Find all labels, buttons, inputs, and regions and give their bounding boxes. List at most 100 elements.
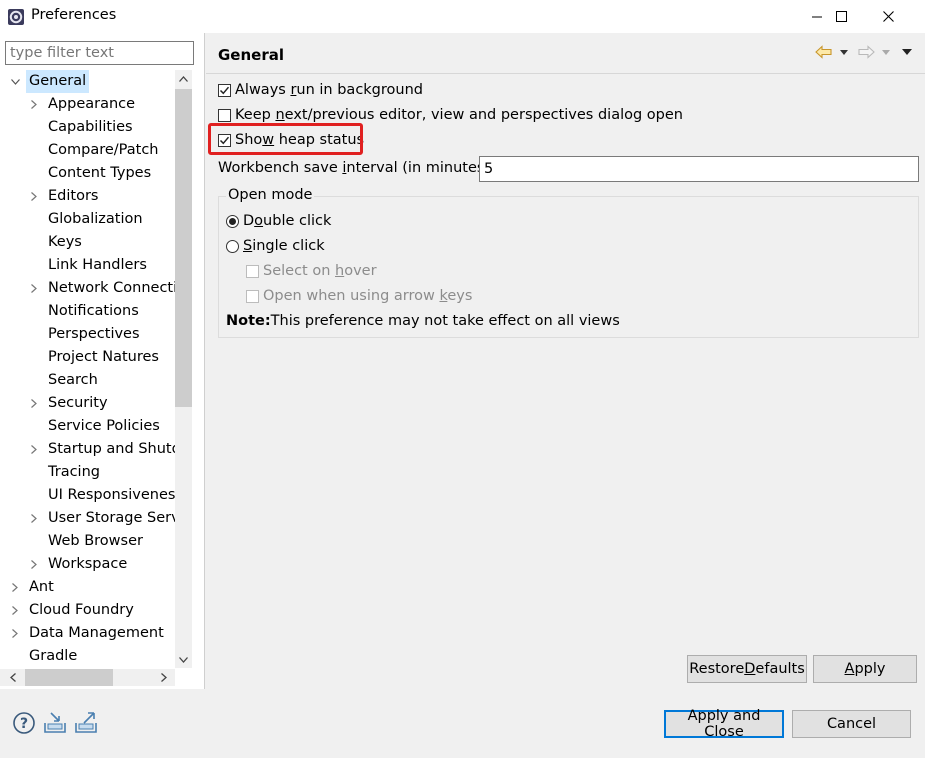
tree-item-label: Compare/Patch [48, 142, 159, 158]
tree-item-label: Appearance [48, 96, 136, 112]
tree-item[interactable]: Ant [0, 576, 175, 599]
tree-item[interactable]: Startup and Shutdo [0, 438, 175, 461]
chevron-right-icon[interactable] [28, 185, 40, 208]
back-arrow-icon [815, 45, 832, 59]
cancel-button[interactable]: Cancel [792, 710, 911, 738]
chevron-right-icon[interactable] [28, 93, 40, 116]
radio-button[interactable] [226, 239, 239, 253]
checkbox-box [246, 289, 259, 303]
tree-item-label: Startup and Shutdo [48, 441, 175, 457]
chevron-down-icon [882, 49, 890, 55]
maximize-button[interactable] [818, 0, 864, 33]
tree-item[interactable]: Keys [0, 231, 175, 254]
open-mode-group-title: Open mode [226, 187, 315, 203]
chevron-down-icon [840, 49, 848, 55]
tree-horizontal-scrollbar[interactable] [0, 669, 175, 686]
horizontal-scroll-thumb[interactable] [25, 669, 113, 686]
tree-item-label: Data Management [29, 625, 164, 641]
tree-item[interactable]: Content Types [0, 162, 175, 185]
chevron-right-icon[interactable] [9, 576, 21, 599]
maximize-icon [835, 11, 847, 22]
tree-item[interactable]: Globalization [0, 208, 175, 231]
help-icon[interactable]: ? [12, 711, 36, 735]
scroll-down-icon[interactable] [175, 651, 192, 668]
tree-item-label: Tracing [48, 464, 100, 480]
tree-vertical-scrollbar[interactable] [175, 70, 192, 668]
checkbox-box[interactable] [218, 108, 231, 122]
radio-button[interactable] [226, 214, 239, 228]
tree-item[interactable]: Workspace [0, 553, 175, 576]
preference-tree: General Appearance Capabilities Compare/Pat… [0, 70, 175, 668]
tree-item[interactable]: User Storage Servic [0, 507, 175, 530]
chevron-right-icon[interactable] [28, 553, 40, 576]
close-button[interactable] [865, 0, 911, 33]
vertical-scroll-thumb[interactable] [175, 89, 192, 407]
tree-item-label: Project Natures [48, 349, 159, 365]
save-interval-field[interactable] [479, 156, 919, 182]
tree-item-label: Ant [29, 579, 54, 595]
tree-item-label: Gradle [29, 648, 78, 664]
chevron-right-icon[interactable] [28, 438, 40, 461]
tree-item-label: Search [48, 372, 98, 388]
chevron-right-icon[interactable] [28, 507, 40, 530]
filter-input[interactable] [5, 41, 194, 65]
tree-item[interactable]: General [0, 70, 175, 93]
tree-item-label: UI Responsiveness [48, 487, 175, 503]
tree-item-label: Web Browser [48, 533, 143, 549]
restore-defaults-button[interactable]: Restore Defaults [687, 655, 807, 683]
back-button[interactable] [815, 42, 833, 62]
preference-tree-pane: General Appearance Capabilities Compare/Pat… [0, 33, 205, 689]
scroll-left-icon[interactable] [4, 669, 21, 686]
checkbox-box[interactable] [218, 83, 231, 97]
checkbox-box [246, 264, 259, 278]
radio-selected-dot [229, 217, 236, 225]
apply-and-close-button[interactable]: Apply and Close [664, 708, 784, 740]
import-icon[interactable] [43, 711, 67, 735]
tree-item[interactable]: Cloud Foundry [0, 599, 175, 622]
tree-item[interactable]: Project Natures [0, 346, 175, 369]
tree-item[interactable]: Link Handlers [0, 254, 175, 277]
apply-button[interactable]: Apply [813, 655, 917, 683]
view-menu-button[interactable] [902, 42, 912, 62]
double-click-radio[interactable]: Double click [226, 210, 331, 232]
tree-item[interactable]: Compare/Patch [0, 139, 175, 162]
chevron-right-icon[interactable] [28, 277, 40, 300]
tree-item[interactable]: Search [0, 369, 175, 392]
tree-item[interactable]: Service Policies [0, 415, 175, 438]
tree-item[interactable]: Perspectives [0, 323, 175, 346]
always-run-in-background-checkbox[interactable]: Always run in background [218, 79, 423, 101]
export-icon[interactable] [74, 711, 98, 735]
tree-item[interactable]: UI Responsiveness [0, 484, 175, 507]
scroll-right-icon[interactable] [155, 669, 172, 686]
chevron-right-icon[interactable] [28, 392, 40, 415]
single-click-radio[interactable]: Single click [226, 235, 325, 257]
forward-button[interactable] [857, 42, 875, 62]
tree-item[interactable]: Appearance [0, 93, 175, 116]
chevron-right-icon[interactable] [9, 622, 21, 645]
preference-page: General Always run in background Keep ne… [206, 33, 925, 689]
page-title: General [218, 46, 284, 64]
tree-item[interactable]: Tracing [0, 461, 175, 484]
scroll-up-icon[interactable] [175, 70, 192, 87]
chevron-down-icon[interactable] [9, 70, 21, 93]
highlight-annotation [208, 123, 363, 155]
tree-item-label: Workspace [48, 556, 128, 572]
close-icon [882, 11, 894, 22]
tree-item[interactable]: Security [0, 392, 175, 415]
tree-item-label: User Storage Servic [48, 510, 175, 526]
tree-item[interactable]: Capabilities [0, 116, 175, 139]
forward-history-menu[interactable] [882, 42, 890, 62]
tree-item-label: Link Handlers [48, 257, 147, 273]
tree-item[interactable]: Web Browser [0, 530, 175, 553]
tree-item[interactable]: Notifications [0, 300, 175, 323]
tree-item[interactable]: Network Connectio [0, 277, 175, 300]
back-history-menu[interactable] [840, 42, 848, 62]
svg-text:?: ? [20, 716, 28, 732]
tree-item-label: Service Policies [48, 418, 160, 434]
chevron-right-icon[interactable] [9, 599, 21, 622]
tree-item[interactable]: Editors [0, 185, 175, 208]
tree-item[interactable]: Data Management [0, 622, 175, 645]
tree-item[interactable]: Gradle [0, 645, 175, 668]
tree-item-label: Keys [48, 234, 82, 250]
title-separator [206, 73, 925, 74]
